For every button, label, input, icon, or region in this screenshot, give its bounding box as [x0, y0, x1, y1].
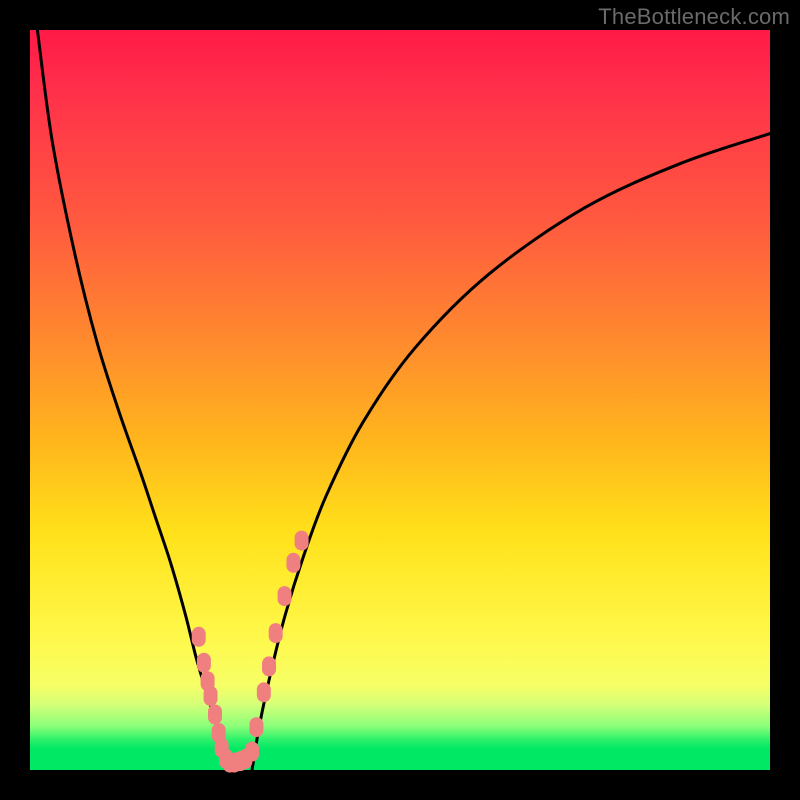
watermark-text: TheBottleneck.com: [598, 4, 790, 30]
chart-overlay: [30, 30, 770, 770]
marker-dot: [269, 623, 283, 643]
marker-dot: [204, 686, 218, 706]
marker-dot: [278, 586, 292, 606]
curve-right-branch: [252, 134, 770, 770]
marker-dot: [257, 682, 271, 702]
marker-dot: [262, 656, 276, 676]
marker-dot: [245, 742, 259, 762]
marker-dot-group: [192, 531, 309, 773]
marker-dot: [192, 627, 206, 647]
marker-dot: [208, 705, 222, 725]
marker-dot: [249, 717, 263, 737]
outer-frame: TheBottleneck.com: [0, 0, 800, 800]
marker-dot: [197, 653, 211, 673]
marker-dot: [295, 531, 309, 551]
marker-dot: [286, 553, 300, 573]
